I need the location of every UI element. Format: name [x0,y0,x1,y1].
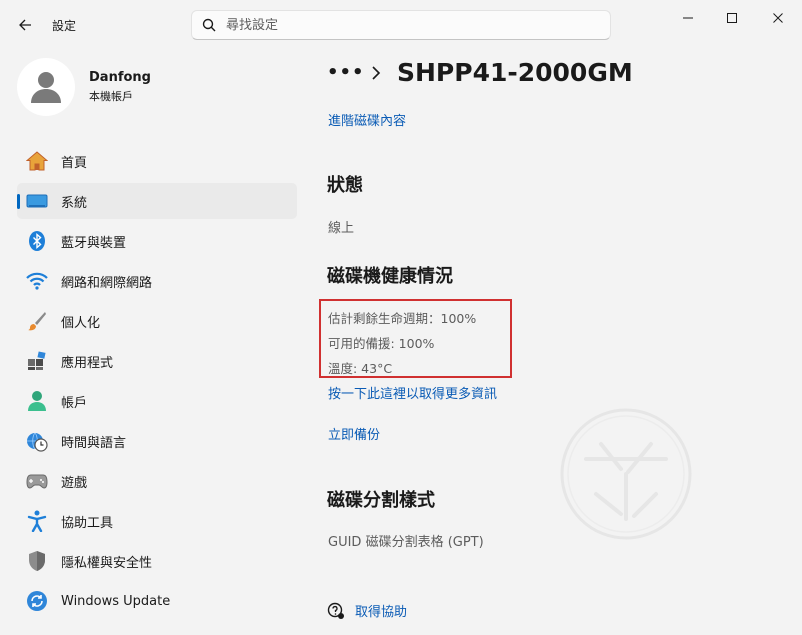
partition-style-heading: 磁碟分割樣式 [327,490,435,511]
profile-name: Danfong [89,70,151,85]
more-info-link[interactable]: 按一下此這裡以取得更多資訊 [328,383,497,402]
search-box[interactable] [191,10,611,40]
get-help-button[interactable]: 取得協助 [327,601,407,620]
close-button[interactable] [763,8,793,28]
maximize-button[interactable] [717,8,747,28]
backup-now-link[interactable]: 立即備份 [328,424,380,443]
drive-health-heading: 磁碟機健康情況 [327,266,453,287]
sidebar-item-gaming[interactable]: 遊戲 [17,463,297,499]
sidebar-item-time-language[interactable]: 時間與語言 [17,423,297,459]
sidebar-item-system[interactable]: 系統 [17,183,297,219]
gamepad-icon [25,469,49,493]
sidebar-item-accounts[interactable]: 帳戶 [17,383,297,419]
close-icon [773,13,783,23]
advanced-disk-properties-link[interactable]: 進階磁碟內容 [328,110,406,129]
app-title: 設定 [52,19,77,33]
status-heading: 狀態 [327,175,363,196]
back-button[interactable] [12,12,38,38]
sidebar-item-windows-update[interactable]: Windows Update [17,583,297,619]
apps-icon [25,349,49,373]
wifi-icon [25,269,49,293]
search-input[interactable] [226,17,586,33]
sidebar-item-home[interactable]: 首頁 [17,143,297,179]
avatar [17,58,75,116]
shield-icon [25,549,49,573]
home-icon [25,149,49,173]
title-bar: 設定 [0,0,802,48]
breadcrumb: ••• SHPP41-2000GM [327,58,633,87]
bluetooth-icon [25,229,49,253]
life-remaining-text: 估計剩餘生命週期：100% [328,311,477,326]
profile-account-type: 本機帳戶 [89,90,133,103]
update-icon [25,589,49,613]
page-title: SHPP41-2000GM [397,58,633,87]
clock-globe-icon [25,429,49,453]
accessibility-icon [25,509,49,533]
sidebar-nav: 首頁 系統 藍牙與裝置 網路和網際網路 個人化 應用程式 帳戶 時間與語言 遊戲… [17,143,297,623]
minimize-icon [683,17,693,19]
brush-icon [25,309,49,333]
search-icon [202,18,216,32]
watermark-seal-icon [560,408,692,540]
spare-capacity-text: 可用的備援: 100% [328,336,435,351]
system-icon [25,189,49,213]
temperature-text: 溫度: 43°C [328,361,393,376]
sidebar-item-bluetooth[interactable]: 藍牙與裝置 [17,223,297,259]
sidebar-item-personalization[interactable]: 個人化 [17,303,297,339]
status-value: 線上 [328,221,355,236]
partition-style-value: GUID 磁碟分割表格 (GPT) [328,535,484,550]
sidebar-item-accessibility[interactable]: 協助工具 [17,503,297,539]
maximize-icon [727,13,737,23]
user-profile[interactable]: Danfong 本機帳戶 [17,58,151,116]
minimize-button[interactable] [673,8,703,28]
person-icon [31,72,61,103]
sidebar-item-network[interactable]: 網路和網際網路 [17,263,297,299]
breadcrumb-more-button[interactable]: ••• [327,62,364,83]
back-arrow-icon [19,19,31,31]
sidebar-item-privacy[interactable]: 隱私權與安全性 [17,543,297,579]
help-icon [327,602,344,619]
account-icon [25,389,49,413]
chevron-right-icon [371,65,387,80]
sidebar-item-apps[interactable]: 應用程式 [17,343,297,379]
